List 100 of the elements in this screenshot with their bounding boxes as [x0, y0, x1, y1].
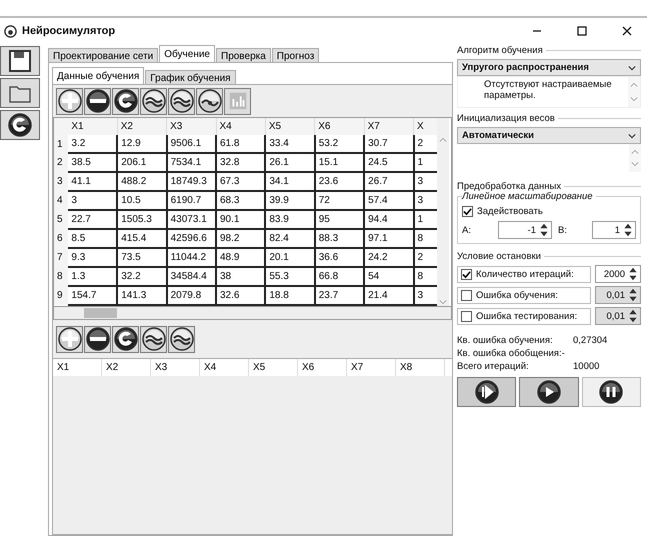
tab[interactable]: Обучение — [159, 45, 215, 62]
scroll-down-icon — [439, 298, 447, 306]
table-cell: 97.1 — [364, 229, 414, 248]
row-number: 2 — [54, 153, 68, 172]
tab[interactable]: Данные обучения — [52, 67, 144, 84]
table-cell: 43073.1 — [166, 210, 216, 229]
scrollbar[interactable] — [628, 77, 640, 107]
table-cell: 21.4 — [364, 286, 414, 305]
number-field[interactable]: 0,01 — [595, 286, 641, 304]
table-cell: 90.1 — [216, 210, 266, 229]
checkbox-label: Количество итераций: — [476, 268, 574, 280]
row-number: 8 — [54, 267, 68, 286]
swirl-button[interactable] — [0, 110, 40, 140]
column-header[interactable]: X — [414, 118, 437, 135]
toolbar-button[interactable] — [56, 88, 83, 114]
table-cell: 6190.7 — [166, 191, 216, 210]
spin-buttons[interactable] — [628, 265, 638, 283]
algorithm-dropdown[interactable]: Упругого распространения — [457, 59, 641, 76]
spin-buttons[interactable] — [623, 221, 633, 239]
table-cell: 154.7 — [68, 286, 118, 305]
toolbar-button[interactable] — [168, 88, 195, 114]
checkbox[interactable] — [461, 268, 472, 280]
row-number: 3 — [54, 172, 68, 191]
scrollbar[interactable] — [629, 144, 641, 172]
column-header[interactable]: X7 — [364, 118, 414, 135]
checkbox[interactable] — [462, 206, 473, 217]
table-cell: 55.3 — [265, 267, 315, 286]
spin-buttons[interactable] — [628, 307, 638, 325]
table-cell: 18749.3 — [166, 172, 216, 191]
number-field[interactable]: -1 — [498, 221, 552, 239]
table-cell: 2079.8 — [166, 286, 216, 305]
toolbar-button[interactable] — [112, 326, 139, 352]
toolbar-button[interactable] — [112, 88, 139, 114]
table-cell: 61.8 — [216, 135, 266, 153]
step-button[interactable] — [457, 377, 516, 407]
column-header[interactable]: X6 — [314, 118, 364, 135]
table-cell: 34.1 — [265, 172, 315, 191]
table-cell: 15.1 — [314, 153, 364, 172]
checkbox[interactable] — [461, 310, 472, 322]
init-dropdown[interactable]: Автоматически — [457, 127, 641, 144]
table-cell: 3.2 — [68, 135, 118, 153]
table-cell: 23.7 — [314, 286, 364, 305]
number-field[interactable]: 0,01 — [595, 307, 641, 325]
table-cell: 32.8 — [216, 153, 266, 172]
horizontal-scrollbar[interactable] — [53, 307, 452, 320]
toolbar-button[interactable] — [196, 88, 223, 114]
table-cell: 11044.2 — [166, 248, 216, 267]
scrollbar[interactable] — [437, 118, 449, 306]
plus-icon — [58, 327, 82, 351]
number-field[interactable]: 2000 — [595, 265, 641, 283]
table-cell: 68.3 — [216, 191, 266, 210]
row-number: 5 — [54, 210, 68, 229]
table-cell: 141.3 — [117, 286, 167, 305]
table-cell: 20.1 — [265, 248, 315, 267]
column-header[interactable]: X5 — [265, 118, 315, 135]
spin-buttons[interactable] — [539, 221, 549, 239]
field-label: A: — [462, 224, 472, 236]
chevron-down-icon — [628, 64, 636, 72]
pause-button[interactable] — [582, 377, 641, 407]
field-label: B: — [558, 224, 568, 236]
tab[interactable]: Проверка — [216, 48, 271, 62]
note-text: Отсутствуют настраиваемые параметры. — [483, 78, 613, 103]
table-cell: 41.1 — [68, 172, 118, 191]
table-cell: 488.2 — [117, 172, 167, 191]
scroll-up-icon — [631, 148, 639, 156]
scroll-down-icon — [630, 95, 638, 103]
row-number: 6 — [54, 229, 68, 248]
play-button[interactable] — [519, 377, 579, 407]
number-field[interactable]: 1 — [592, 221, 636, 239]
window-title: Нейросимулятор — [22, 25, 116, 37]
toolbar-button[interactable] — [140, 326, 167, 352]
row-number: 1 — [54, 135, 68, 153]
tab[interactable]: Проектирование сети — [48, 48, 158, 62]
swirl-icon — [114, 327, 138, 351]
open-button[interactable] — [0, 78, 40, 108]
table-cell: 10.5 — [117, 191, 167, 210]
table-cell: 24.2 — [364, 248, 414, 267]
column-header[interactable]: X1 — [68, 118, 118, 135]
column-header[interactable]: X3 — [166, 118, 216, 135]
maximize-icon — [577, 26, 587, 36]
toolbar-button[interactable] — [56, 326, 83, 352]
spin-buttons[interactable] — [628, 286, 638, 304]
column-header[interactable]: X4 — [216, 118, 266, 135]
toolbar-button[interactable] — [168, 326, 195, 352]
save-button[interactable] — [0, 46, 40, 76]
tab[interactable]: График обучения — [145, 70, 236, 84]
toolbar-button[interactable] — [84, 326, 111, 352]
table-cell: 32.6 — [216, 286, 266, 305]
table-cell: 9.3 — [68, 248, 118, 267]
table-cell: 22.7 — [68, 210, 118, 229]
toolbar-button[interactable] — [140, 88, 167, 114]
table-cell: 8.5 — [68, 229, 118, 248]
wave-icon — [142, 327, 166, 351]
wave-icon — [198, 89, 222, 113]
tab[interactable]: Прогноз — [272, 48, 320, 62]
column-header[interactable]: X2 — [117, 118, 167, 135]
toolbar-button[interactable] — [84, 88, 111, 114]
checkbox[interactable] — [461, 290, 472, 300]
table-cell: 1.3 — [68, 267, 118, 286]
table-cell: 53.2 — [314, 135, 364, 153]
